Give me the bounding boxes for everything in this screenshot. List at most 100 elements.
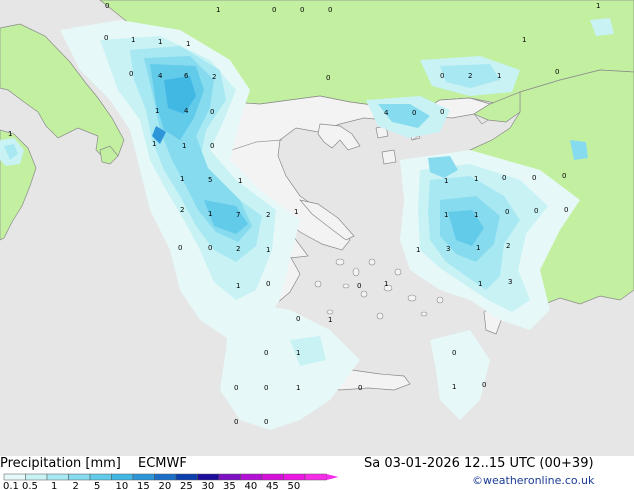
value-label: 1 (296, 349, 300, 357)
value-label: 4 (158, 72, 163, 80)
value-label: 2 (468, 72, 472, 80)
value-label: 6 (184, 72, 189, 80)
value-label: 1 (131, 36, 135, 44)
value-label: 1 (296, 384, 300, 392)
value-label: 1 (328, 316, 332, 324)
value-label: 0 (534, 207, 538, 215)
legend-swatch (283, 473, 306, 481)
legend-swatch (175, 473, 198, 481)
value-label: 0 (272, 6, 276, 14)
legend-swatch (154, 473, 177, 481)
value-label: 1 (444, 177, 448, 185)
value-label: 0 (505, 208, 509, 216)
legend-label: 25 (180, 481, 193, 490)
value-label: 0 (264, 349, 268, 357)
value-label: 0 (105, 2, 109, 10)
precipitation-map: 0 1 1 1 1 0 0 0 0 1 0 4 6 2 0 1 4 0 1 1 … (0, 0, 634, 456)
value-label: 2 (266, 211, 270, 219)
legend-label: 1 (51, 481, 57, 490)
legend-label: 20 (159, 481, 172, 490)
value-label: 0 (300, 6, 304, 14)
value-label: 1 (155, 107, 159, 115)
island-limnos (381, 149, 397, 165)
value-label: 0 (178, 244, 182, 252)
legend-label: 5 (94, 481, 100, 490)
value-label: 2 (236, 245, 240, 253)
legend-swatch (304, 473, 327, 481)
legend-swatch (218, 473, 241, 481)
value-label: 3 (508, 278, 512, 286)
value-label: 0 (328, 6, 332, 14)
legend-label: 2 (73, 481, 79, 490)
value-label: 4 (384, 109, 389, 117)
value-label: 1 (522, 36, 526, 44)
legend-label: 35 (223, 481, 236, 490)
map-canvas: 0 1 1 1 1 0 0 0 0 1 0 4 6 2 0 1 4 0 1 1 … (0, 0, 634, 456)
value-label: 1 (236, 282, 240, 290)
value-label: 0 (357, 282, 361, 290)
value-label: 0 (502, 174, 506, 182)
value-label: 1 (158, 38, 162, 46)
legend-label: 15 (137, 481, 150, 490)
map-title: Precipitation [mm] (0, 456, 121, 471)
value-label: 2 (180, 206, 184, 214)
value-label: 1 (474, 175, 478, 183)
legend-arrow (326, 474, 339, 480)
legend-label: 40 (245, 481, 258, 490)
value-label: 0 (129, 70, 133, 78)
value-label: 0 (210, 142, 214, 150)
value-label: 0 (482, 381, 486, 389)
value-label: 1 (182, 142, 186, 150)
value-label: 1 (216, 6, 220, 14)
value-label: 0 (208, 244, 212, 252)
value-label: 1 (294, 208, 298, 216)
legend-swatch (3, 473, 26, 481)
value-label: 1 (266, 246, 270, 254)
value-label: 1 (8, 130, 12, 138)
value-label: 0 (564, 206, 568, 214)
value-label: 0 (104, 34, 108, 42)
legend-swatch (111, 473, 134, 481)
value-label: 1 (180, 175, 184, 183)
value-label: 0 (266, 280, 270, 288)
legend-label: 30 (202, 481, 215, 490)
legend-swatch (89, 473, 112, 481)
value-label: 1 (208, 210, 212, 218)
value-label: 1 (384, 280, 388, 288)
color-legend: 0.1 0.5 1 2 5 10 15 20 25 30 35 40 45 50 (3, 473, 339, 490)
legend-label: 0.5 (22, 481, 38, 490)
value-label: 1 (186, 40, 190, 48)
value-label: 0 (326, 74, 330, 82)
value-label: 1 (238, 177, 242, 185)
credit-text: ©weatheronline.co.uk (472, 474, 595, 487)
value-label: 0 (210, 108, 214, 116)
value-label: 1 (444, 211, 448, 219)
legend-label: 0.1 (3, 481, 19, 490)
valid-datetime: Sa 03-01-2026 12..15 UTC (00+39) (364, 456, 594, 471)
value-label: 1 (497, 72, 501, 80)
value-label: 1 (596, 2, 600, 10)
value-label: 0 (452, 349, 456, 357)
value-label: 3 (446, 245, 450, 253)
value-label: 0 (440, 72, 444, 80)
value-label: 0 (358, 384, 362, 392)
legend-swatch (261, 473, 284, 481)
legend-swatch (46, 473, 69, 481)
value-label: 5 (208, 176, 212, 184)
value-label: 0 (264, 384, 268, 392)
legend-label: 45 (266, 481, 279, 490)
value-label: 1 (476, 244, 480, 252)
value-label: 0 (234, 418, 238, 426)
value-label: 1 (416, 246, 420, 254)
legend-label: 50 (288, 481, 301, 490)
value-label: 1 (474, 211, 478, 219)
model-name: ECMWF (138, 456, 187, 471)
value-label: 0 (296, 315, 300, 323)
value-label: 1 (478, 280, 482, 288)
value-label: 0 (234, 384, 238, 392)
value-label: 1 (452, 383, 456, 391)
value-label: 7 (236, 211, 240, 219)
value-label: 4 (184, 107, 189, 115)
value-label: 0 (532, 174, 536, 182)
legend-label: 10 (116, 481, 129, 490)
